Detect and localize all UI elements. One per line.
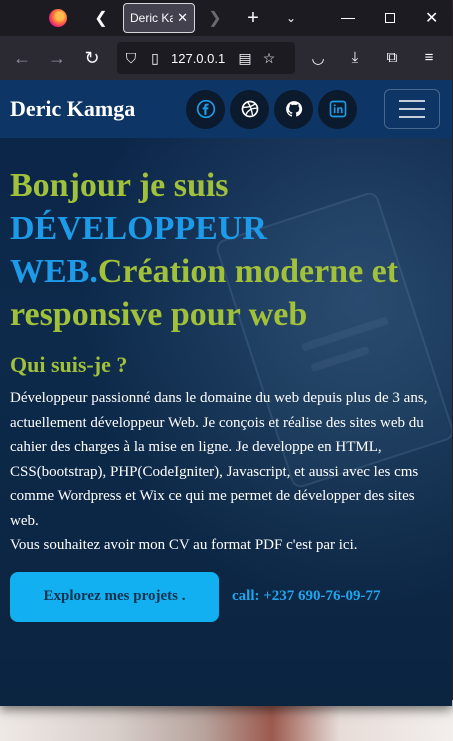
hero-title-prefix: Bonjour je suis [10, 167, 229, 204]
hamburger-icon [399, 100, 425, 102]
cv-link[interactable]: Vous souhaitez avoir mon CV au format PD… [10, 537, 358, 553]
page-info-icon[interactable]: ▯ [147, 50, 163, 67]
menu-toggle-button[interactable] [384, 89, 440, 129]
call-link[interactable]: call: +237 690-76-09-77 [232, 588, 381, 605]
minimize-icon[interactable] [341, 17, 355, 19]
menu-icon[interactable]: ≡ [418, 49, 440, 67]
hamburger-icon [399, 116, 425, 118]
github-icon [285, 101, 302, 117]
tab-active[interactable]: Deric Kamga ✕ [123, 3, 195, 33]
tab-close-icon[interactable]: ✕ [177, 10, 188, 26]
github-link[interactable] [274, 89, 313, 129]
url-text[interactable]: 127.0.0.1 [171, 51, 229, 66]
cta-row: Explorez mes projets . call: +237 690-76… [10, 571, 442, 622]
site-brand[interactable]: Deric Kamga [10, 96, 186, 122]
download-icon[interactable]: ⤓ [344, 49, 366, 67]
tab-scroll-right-icon[interactable]: ❯ [207, 8, 223, 28]
shield-icon[interactable]: ⛉ [123, 50, 139, 67]
new-tab-icon[interactable]: + [245, 7, 261, 30]
site-header: Deric Kamga [0, 80, 452, 138]
tab-title: Deric Kamga [130, 11, 174, 25]
explore-projects-button[interactable]: Explorez mes projets . [10, 571, 219, 622]
facebook-link[interactable] [186, 89, 225, 129]
extensions-icon[interactable]: ⧉ [381, 49, 403, 67]
site-viewport: Deric Kamga Bonjour je suis DÉVELOPPEUR … [0, 80, 452, 706]
browser-window: ❮ Deric Kamga ✕ ❯ + ⌄ ✕ ← → ↻ ⛉ ▯ 127.0.… [0, 0, 452, 706]
desktop-background [0, 700, 453, 741]
linkedin-link[interactable] [318, 89, 357, 129]
about-text: Développeur passionné dans le domaine du… [10, 390, 428, 529]
dribbble-icon [241, 100, 258, 118]
dribbble-link[interactable] [230, 89, 269, 129]
firefox-logo-icon[interactable] [49, 9, 67, 27]
social-links [186, 89, 357, 129]
navigation-bar: ← → ↻ ⛉ ▯ 127.0.0.1 ▤ ☆ ◡ ⤓ ⧉ ≡ [0, 36, 452, 80]
facebook-icon [196, 99, 215, 119]
tab-strip: ❮ Deric Kamga ✕ ❯ + ⌄ ✕ [0, 0, 452, 36]
about-paragraph: Développeur passionné dans le domaine du… [10, 386, 442, 558]
back-icon[interactable]: ← [10, 48, 34, 69]
url-bar[interactable]: ⛉ ▯ 127.0.0.1 ▤ ☆ [117, 42, 295, 74]
bookmark-star-icon[interactable]: ☆ [261, 50, 277, 67]
reader-view-icon[interactable]: ▤ [237, 50, 253, 67]
toolbar-icons: ◡ ⤓ ⧉ ≡ [307, 49, 440, 67]
hero-title: Bonjour je suis DÉVELOPPEUR WEB.Création… [10, 164, 442, 336]
reload-icon[interactable]: ↻ [80, 48, 104, 69]
about-heading: Qui suis-je ? [10, 352, 128, 377]
window-close-icon[interactable]: ✕ [425, 8, 438, 28]
list-all-tabs-icon[interactable]: ⌄ [283, 11, 299, 25]
tab-scroll-left-icon[interactable]: ❮ [91, 8, 111, 28]
hero-section: Bonjour je suis DÉVELOPPEUR WEB.Création… [0, 138, 452, 622]
hamburger-icon [399, 108, 425, 110]
linkedin-icon [329, 100, 346, 118]
maximize-icon[interactable] [385, 13, 395, 23]
pocket-icon[interactable]: ◡ [307, 49, 329, 67]
forward-icon[interactable]: → [45, 48, 69, 69]
